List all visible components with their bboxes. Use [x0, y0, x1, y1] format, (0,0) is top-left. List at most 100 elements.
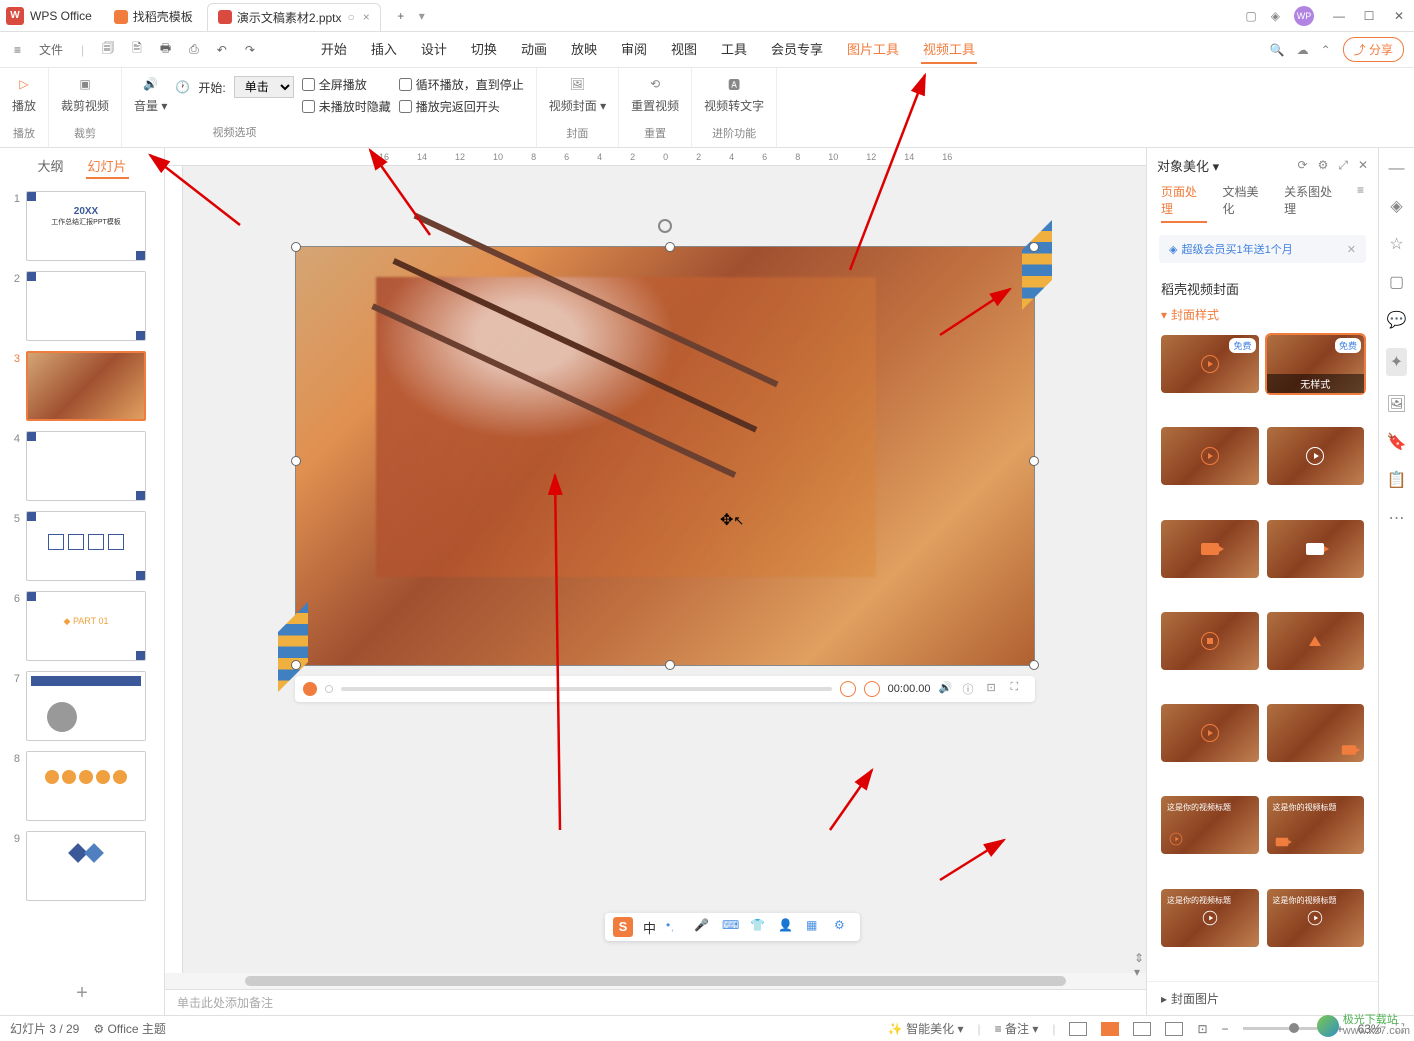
gear-icon[interactable]: ⚙ [1318, 158, 1329, 173]
ft-keyboard-icon[interactable]: ⌨ [722, 918, 740, 936]
rail-image-icon[interactable]: 🖼 [1386, 394, 1406, 414]
view-sorter-button[interactable] [1133, 1022, 1151, 1036]
thumb-8[interactable] [26, 751, 146, 821]
vc-prev-button[interactable] [840, 681, 856, 697]
menu-design[interactable]: 设计 [419, 35, 449, 64]
undo-icon[interactable]: ↶ [213, 41, 231, 59]
cover-option-none[interactable]: 免费无样式 [1267, 335, 1365, 393]
loop-checkbox[interactable]: 循环播放，直到停止 [399, 76, 524, 93]
ft-punct-icon[interactable]: •ˌ [666, 918, 684, 936]
resize-handle[interactable] [291, 456, 301, 466]
search-icon[interactable]: 🔍 [1270, 43, 1285, 57]
cover-option[interactable] [1267, 612, 1365, 670]
menu-insert[interactable]: 插入 [369, 35, 399, 64]
vc-play-button[interactable] [303, 682, 317, 696]
resize-handle[interactable] [291, 660, 301, 670]
redo-icon[interactable]: ↷ [241, 41, 259, 59]
rail-clipboard-icon[interactable]: 📋 [1387, 470, 1407, 490]
resize-handle[interactable] [665, 660, 675, 670]
volume-button[interactable]: 🔊 音量 ▾ [134, 74, 167, 114]
slide-canvas[interactable]: 00:00.00 🔊 ⓘ ⊡ ⛶ [183, 166, 1146, 973]
fullscreen-checkbox[interactable]: 全屏播放 [302, 76, 391, 93]
menu-member[interactable]: 会员专享 [769, 35, 825, 64]
sogou-icon[interactable]: S [613, 917, 633, 937]
cover-option[interactable]: 这是你的视频标题 [1161, 796, 1259, 854]
zoom-out-button[interactable]: − [1222, 1022, 1229, 1036]
tab-slides[interactable]: 幻灯片 [86, 154, 129, 179]
lang-indicator[interactable]: 中 [643, 918, 656, 937]
rail-square-icon[interactable]: ▢ [1389, 272, 1404, 292]
new-tab-button[interactable]: + [389, 4, 413, 28]
tab-outline[interactable]: 大纲 [35, 154, 65, 179]
vc-progress[interactable] [341, 687, 832, 691]
vc-fullscreen-icon[interactable]: ⛶ [1011, 681, 1027, 697]
vc-volume-icon[interactable]: 🔊 [939, 681, 955, 697]
close-button[interactable]: ✕ [1384, 1, 1414, 31]
cover-option[interactable]: 免费 [1161, 335, 1259, 393]
thumb-3[interactable] [26, 351, 146, 421]
slide-thumbnails[interactable]: 120XX工作总结汇报PPT模板 2 3 4 5 6◆ PART 01 7 8 … [0, 185, 164, 972]
cover-option[interactable] [1161, 427, 1259, 485]
menu-toggle-icon[interactable]: ≡ [10, 41, 25, 59]
window-icon[interactable]: ▢ [1245, 9, 1256, 23]
resize-handle[interactable] [1029, 456, 1039, 466]
reset-button[interactable]: ⟲ 重置视频 [631, 74, 679, 114]
menu-transition[interactable]: 切换 [469, 35, 499, 64]
close-panel-icon[interactable]: ✕ [1358, 158, 1368, 173]
thumb-4[interactable] [26, 431, 146, 501]
rtab-more-icon[interactable]: ≡ [1357, 183, 1364, 223]
rail-more-icon[interactable]: ⋯ [1389, 508, 1405, 528]
vc-marker[interactable] [325, 685, 333, 693]
thumb-2[interactable] [26, 271, 146, 341]
hide-checkbox[interactable]: 未播放时隐藏 [302, 98, 391, 115]
play-button[interactable]: ▷ 播放 [12, 74, 36, 114]
cube-icon[interactable]: ◈ [1271, 9, 1280, 23]
cover-option[interactable] [1161, 704, 1259, 762]
vc-next-button[interactable] [864, 681, 880, 697]
cover-option[interactable] [1161, 520, 1259, 578]
rtab-doc[interactable]: 文档美化 [1223, 183, 1269, 223]
trim-button[interactable]: ▣ 裁剪视频 [61, 74, 109, 114]
ft-mic-icon[interactable]: 🎤 [694, 918, 712, 936]
scrollbar-h[interactable]: ⇕▾ [165, 973, 1146, 989]
ft-person-icon[interactable]: 👤 [778, 918, 796, 936]
tab-document[interactable]: 演示文稿素材2.pptx ○ × [207, 3, 381, 31]
thumb-7[interactable] [26, 671, 146, 741]
cover-option[interactable]: 这是你的视频标题 [1267, 889, 1365, 947]
cover-option[interactable] [1267, 704, 1365, 762]
tab-menu-icon[interactable]: ▾ [419, 9, 425, 23]
thumb-6[interactable]: ◆ PART 01 [26, 591, 146, 661]
maximize-button[interactable]: ☐ [1354, 1, 1384, 31]
rail-tools-icon[interactable]: ✦ [1386, 348, 1407, 376]
promo-banner[interactable]: ◈ 超级会员买1年送1个月 ✕ [1159, 235, 1366, 263]
resize-handle[interactable] [665, 242, 675, 252]
ft-shirt-icon[interactable]: 👕 [750, 918, 768, 936]
menu-video-tools[interactable]: 视频工具 [921, 35, 977, 64]
user-avatar[interactable]: WP [1294, 6, 1314, 26]
vc-loop-icon[interactable]: ⊡ [987, 681, 1003, 697]
rail-collapse-icon[interactable]: — [1389, 160, 1405, 178]
rail-chat-icon[interactable]: 💬 [1387, 310, 1407, 330]
minimize-button[interactable]: — [1324, 1, 1354, 31]
menu-tools[interactable]: 工具 [719, 35, 749, 64]
chevron-up-icon[interactable]: ⌃ [1321, 43, 1331, 57]
menu-animation[interactable]: 动画 [519, 35, 549, 64]
refresh-icon[interactable]: ⟳ [1298, 158, 1308, 173]
totext-button[interactable]: 🅰 视频转文字 [704, 74, 764, 114]
expand-icon[interactable]: ⤢ [1338, 158, 1348, 173]
tab-templates[interactable]: 找稻壳模板 [104, 3, 203, 31]
rewind-checkbox[interactable]: 播放完返回开头 [399, 98, 524, 115]
save-icon[interactable]: 🗐 [98, 37, 118, 62]
ime-toolbar[interactable]: S 中 •ˌ 🎤 ⌨ 👕 👤 ▦ ⚙ [605, 913, 860, 941]
view-normal-button[interactable] [1069, 1022, 1087, 1036]
resize-handle[interactable] [291, 242, 301, 252]
cloud-icon[interactable]: ☁ [1297, 43, 1309, 57]
rtab-page[interactable]: 页面处理 [1161, 183, 1207, 223]
rail-bookmark-icon[interactable]: 🔖 [1387, 432, 1407, 452]
video-object[interactable] [295, 246, 1035, 666]
thumb-9[interactable] [26, 831, 146, 901]
ft-gear-icon[interactable]: ⚙ [834, 918, 852, 936]
view-reading-button[interactable] [1165, 1022, 1183, 1036]
preview-icon[interactable]: ⎙ [185, 40, 203, 59]
menu-review[interactable]: 审阅 [619, 35, 649, 64]
